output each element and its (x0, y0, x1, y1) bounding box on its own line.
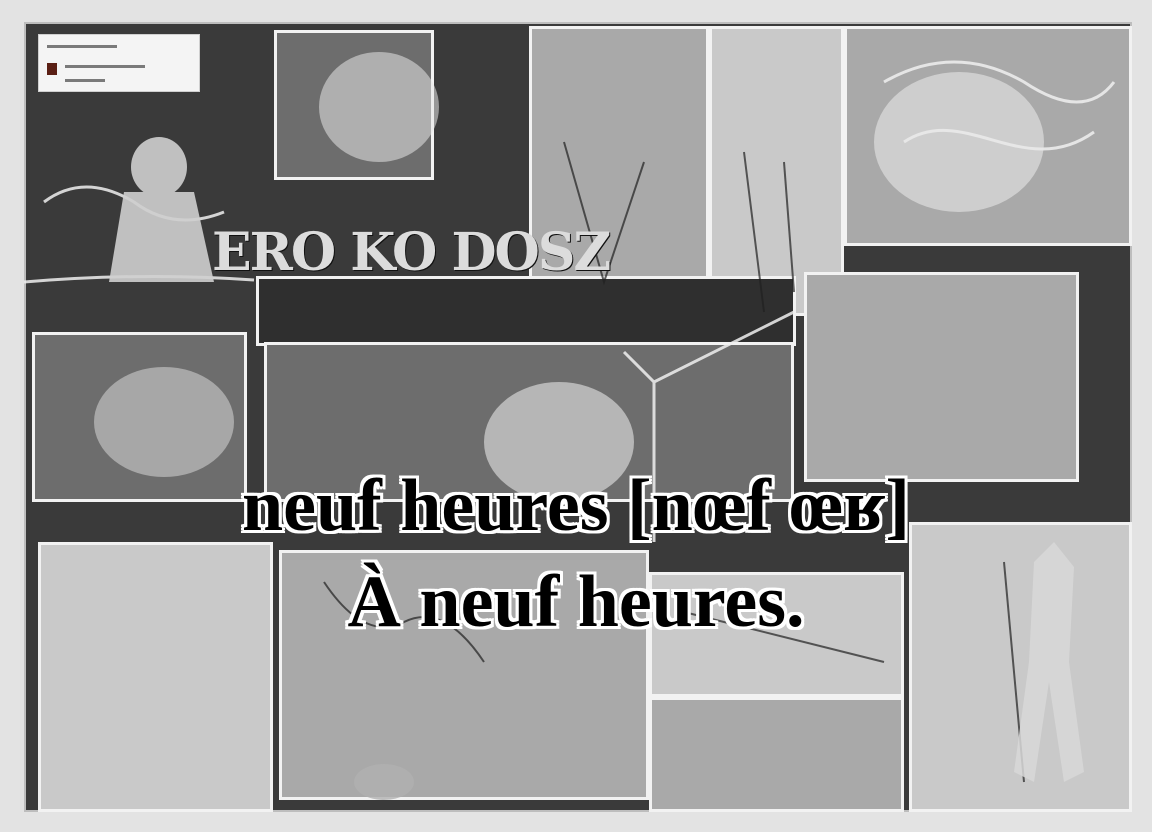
subtitle-phonetic: neuf heures [nœf œʁ] (241, 465, 911, 547)
creature-figure-icon (109, 137, 1084, 782)
label-line (65, 79, 105, 82)
poster-title: ERO KO DOSZ (212, 222, 611, 283)
label-line (47, 45, 117, 48)
comic-collage-poster: ERO KO DOSZ (24, 22, 1132, 812)
label-line (65, 65, 145, 68)
label-card (38, 34, 200, 92)
poster-frame: ERO KO DOSZ (0, 0, 1152, 832)
subtitle-sentence: À neuf heures. (347, 561, 805, 643)
label-swatch (47, 63, 57, 75)
subtitle-block: neuf heures [nœf œʁ] À neuf heures. (0, 458, 1152, 650)
